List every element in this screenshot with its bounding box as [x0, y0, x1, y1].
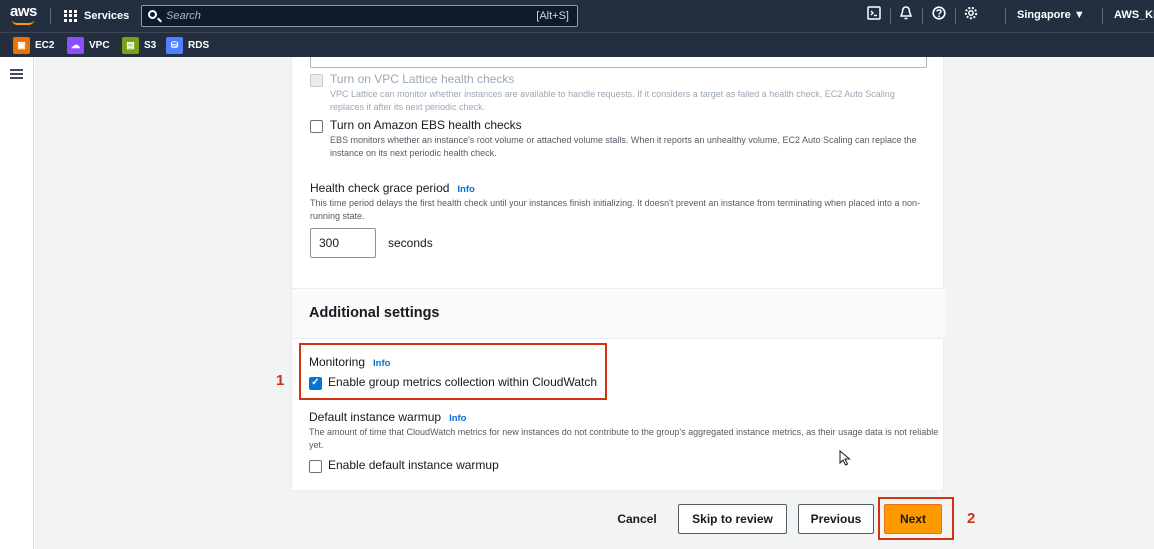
- favorite-vpc[interactable]: ☁ VPC: [67, 37, 110, 54]
- additional-settings-title: Additional settings: [309, 305, 440, 321]
- ebs-health-description: EBS monitors whether an instance's root …: [330, 135, 917, 158]
- search-icon: [148, 10, 157, 19]
- favorites-bar: ▣ EC2 ☁ VPC ▤ S3 ⛁ RDS: [0, 32, 1154, 57]
- mouse-cursor-icon: [839, 450, 851, 466]
- rds-icon: ⛁: [166, 37, 183, 54]
- menu-hamburger-icon[interactable]: [10, 69, 23, 79]
- grace-period-input[interactable]: 300: [310, 228, 376, 258]
- top-navigation: aws Services Search [Alt+S] Singapore ▼ …: [0, 0, 1154, 32]
- main-content: Turn on VPC Lattice health checks VPC La…: [35, 57, 1154, 549]
- aws-logo[interactable]: aws: [10, 3, 38, 27]
- favorite-s3[interactable]: ▤ S3: [122, 37, 156, 54]
- help-icon[interactable]: [929, 6, 949, 26]
- nav-divider: [1102, 8, 1103, 24]
- vpc-icon: ☁: [67, 37, 84, 54]
- nav-divider: [890, 8, 891, 24]
- search-input[interactable]: Search [Alt+S]: [141, 5, 578, 27]
- grace-period-unit: seconds: [388, 236, 433, 250]
- ec2-icon: ▣: [13, 37, 30, 54]
- favorite-rds[interactable]: ⛁ RDS: [166, 37, 209, 54]
- grace-period-heading: Health check grace period Info: [310, 181, 475, 195]
- annotation-box-1: [299, 343, 607, 400]
- cloudshell-icon[interactable]: [864, 6, 884, 26]
- annotation-number-1: 1: [276, 372, 285, 389]
- warmup-label: Default instance warmup: [309, 410, 442, 424]
- grace-period-label: Health check grace period: [310, 181, 450, 195]
- previous-button[interactable]: Previous: [798, 504, 874, 534]
- nav-divider: [955, 8, 956, 24]
- warmup-info-link[interactable]: Info: [449, 413, 466, 424]
- nav-divider: [50, 8, 51, 24]
- default-warmup-checkbox[interactable]: [309, 460, 322, 473]
- warmup-description: The amount of time that CloudWatch metri…: [309, 427, 939, 450]
- warmup-heading: Default instance warmup Info: [309, 410, 467, 424]
- grace-period-info-link[interactable]: Info: [457, 184, 474, 195]
- favorite-label: S3: [144, 40, 157, 51]
- search-shortcut: [Alt+S]: [536, 10, 569, 22]
- annotation-box-2: [878, 497, 954, 540]
- side-navigation: [0, 57, 34, 549]
- previous-field-bottom: [310, 57, 927, 68]
- favorite-ec2[interactable]: ▣ EC2: [13, 37, 54, 54]
- vpc-lattice-checkbox[interactable]: [310, 74, 323, 87]
- services-label: Services: [84, 10, 130, 22]
- s3-icon: ▤: [122, 37, 139, 54]
- default-warmup-label: Enable default instance warmup: [328, 458, 499, 472]
- account-menu[interactable]: AWS_KH: [1114, 9, 1154, 21]
- services-grid-icon: [64, 10, 78, 22]
- settings-gear-icon[interactable]: [961, 6, 981, 26]
- services-menu-button[interactable]: Services: [64, 8, 129, 24]
- notifications-bell-icon[interactable]: [896, 6, 916, 26]
- vpc-lattice-label: Turn on VPC Lattice health checks: [330, 72, 515, 86]
- cancel-button[interactable]: Cancel: [602, 504, 672, 534]
- nav-divider: [922, 8, 923, 24]
- skip-to-review-button[interactable]: Skip to review: [678, 504, 787, 534]
- vpc-lattice-description: VPC Lattice can monitor whether instance…: [330, 89, 895, 112]
- region-selector[interactable]: Singapore ▼: [1017, 9, 1085, 21]
- ebs-health-checkbox[interactable]: [310, 120, 323, 133]
- additional-settings-header: Additional settings: [292, 289, 945, 339]
- nav-divider: [1005, 8, 1006, 24]
- favorite-label: RDS: [188, 40, 210, 51]
- annotation-number-2: 2: [967, 510, 976, 527]
- grace-period-description: This time period delays the first health…: [310, 198, 921, 221]
- favorite-label: VPC: [89, 40, 110, 51]
- ebs-health-label: Turn on Amazon EBS health checks: [330, 118, 522, 132]
- search-placeholder: Search: [166, 10, 201, 22]
- favorite-label: EC2: [35, 40, 55, 51]
